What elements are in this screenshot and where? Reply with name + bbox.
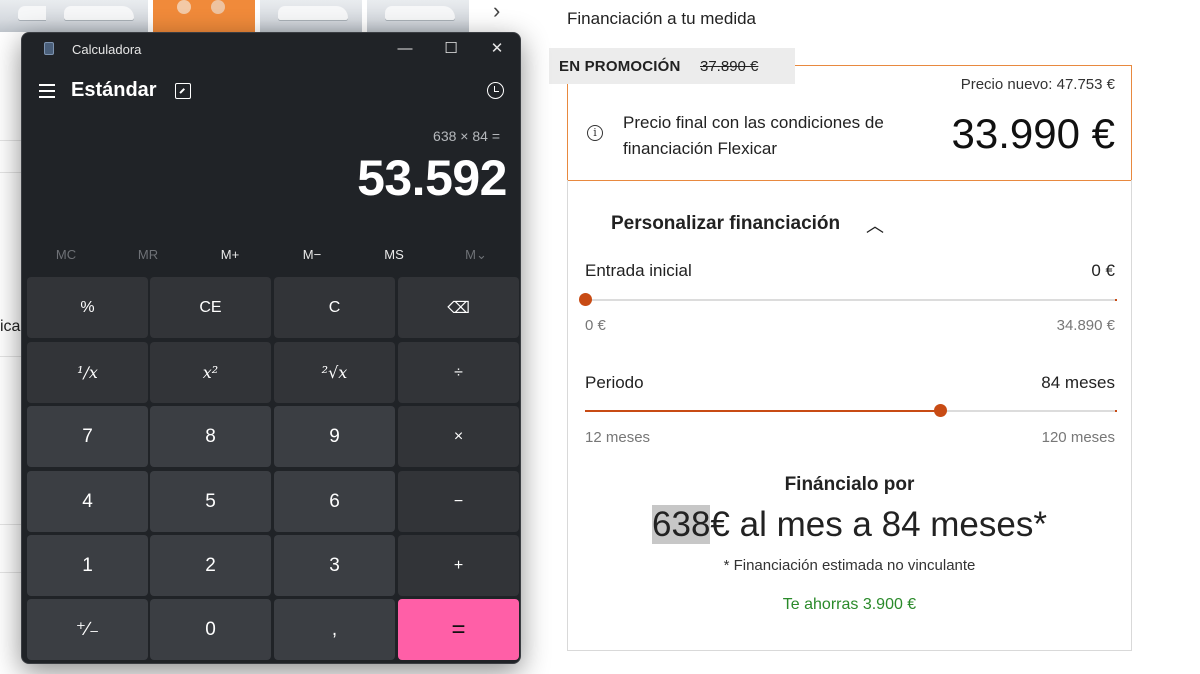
- digit-0-button[interactable]: 0: [150, 599, 271, 660]
- slider-fill: [585, 410, 940, 412]
- digit-4-button[interactable]: 4: [27, 471, 148, 532]
- digit-1-button[interactable]: 1: [27, 535, 148, 596]
- expression-display: 638 × 84 =: [433, 128, 500, 144]
- history-icon[interactable]: [487, 82, 504, 99]
- divider: [0, 524, 22, 525]
- calculator-window: Calculadora — ☐ ✕ Estándar 638 × 84 = 53…: [21, 32, 521, 664]
- down-payment-slider[interactable]: [579, 293, 1117, 307]
- clipped-text: ica: [0, 318, 21, 335]
- clear-entry-button[interactable]: CE: [150, 277, 271, 338]
- period-slider[interactable]: [585, 404, 1117, 418]
- digit-7-button[interactable]: 7: [27, 406, 148, 467]
- period-label: Periodo: [585, 373, 644, 392]
- square-root-button[interactable]: ²√x: [274, 342, 395, 403]
- close-icon[interactable]: ✕: [474, 33, 520, 65]
- slider-track: [585, 299, 1117, 301]
- info-icon[interactable]: i: [587, 125, 603, 141]
- section-title: Financiación a tu medida: [567, 9, 757, 28]
- memory-list-button[interactable]: M⌄: [435, 247, 517, 263]
- square-label: x²: [202, 363, 219, 382]
- menu-icon[interactable]: [39, 84, 55, 98]
- slider-handle[interactable]: [579, 293, 592, 306]
- digit-2-button[interactable]: 2: [150, 535, 271, 596]
- memory-add-button[interactable]: M+: [189, 247, 271, 262]
- percent-button[interactable]: %: [27, 277, 148, 338]
- digit-8-button[interactable]: 8: [150, 406, 271, 467]
- minimize-icon[interactable]: —: [382, 33, 428, 65]
- savings-text: Te ahorras 3.900 €: [782, 596, 917, 613]
- backspace-icon: ⌫: [447, 299, 470, 317]
- slider-end: [1115, 299, 1117, 301]
- old-price: 37.890 €: [700, 58, 759, 75]
- equals-button[interactable]: =: [398, 599, 519, 660]
- digit-5-button[interactable]: 5: [150, 471, 271, 532]
- price-description: Precio final con las condiciones de fina…: [623, 113, 884, 158]
- digit-6-button[interactable]: 6: [274, 471, 395, 532]
- reciprocal-button[interactable]: ¹∕x: [27, 342, 148, 403]
- down-payment-label: Entrada inicial: [585, 261, 692, 280]
- digit-3-button[interactable]: 3: [274, 535, 395, 596]
- period-max: 120 meses: [1041, 429, 1115, 446]
- divide-button[interactable]: ÷: [398, 342, 519, 403]
- customize-financing-toggle[interactable]: Personalizar financiación: [611, 213, 840, 235]
- financing-panel: Personalizar financiación ︿ Entrada inic…: [567, 180, 1132, 651]
- car-thumbnail[interactable]: [367, 0, 469, 32]
- window-title: Calculadora: [72, 42, 142, 57]
- final-price: 33.990 €: [951, 110, 1116, 157]
- promo-banner: EN PROMOCIÓN 37.890 €: [549, 48, 795, 84]
- reciprocal-label: ¹∕x: [77, 363, 98, 382]
- subtract-button[interactable]: −: [398, 471, 519, 532]
- slider-end: [1115, 410, 1117, 412]
- decimal-separator-button[interactable]: ,: [274, 599, 395, 660]
- chevron-up-icon[interactable]: ︿: [866, 212, 884, 238]
- period-min: 12 meses: [585, 429, 651, 446]
- monthly-payment: 638€ al mes a 84 meses*: [568, 505, 1131, 545]
- memory-clear-button[interactable]: MC: [25, 247, 107, 262]
- mode-title: Estándar: [71, 79, 157, 101]
- title-bar[interactable]: Calculadora — ☐ ✕: [22, 33, 520, 65]
- keep-on-top-icon[interactable]: [175, 83, 191, 99]
- square-button[interactable]: x²: [150, 342, 271, 403]
- monthly-payment-text: € al mes a 84 meses*: [710, 505, 1047, 544]
- photo-thumbnail-strip: [0, 0, 520, 32]
- maximize-icon[interactable]: ☐: [428, 33, 474, 65]
- financing-heading: Fináncialo por: [784, 474, 915, 495]
- down-payment-min: 0 €: [585, 317, 606, 334]
- slider-handle[interactable]: [933, 404, 947, 417]
- divider: [0, 140, 22, 141]
- memory-store-button[interactable]: MS: [353, 247, 435, 262]
- promo-thumbnail[interactable]: [153, 0, 255, 32]
- calculator-app-icon: [44, 42, 54, 55]
- car-thumbnail[interactable]: [46, 0, 148, 32]
- financing-disclaimer: * Financiación estimada no vinculante: [723, 557, 976, 574]
- memory-row: MC MR M+ M− MS M⌄: [22, 247, 520, 269]
- clear-button[interactable]: C: [274, 277, 395, 338]
- chevron-right-icon[interactable]: ›: [493, 0, 511, 24]
- divider: [0, 572, 22, 573]
- down-payment-max: 34.890 €: [1056, 317, 1115, 334]
- result-display: 53.592: [357, 150, 507, 206]
- promo-label: EN PROMOCIÓN: [559, 58, 681, 75]
- negate-button[interactable]: ⁺∕₋: [27, 599, 148, 660]
- down-payment-value: 0 €: [1091, 261, 1115, 280]
- car-thumbnail[interactable]: [260, 0, 362, 32]
- multiply-button[interactable]: ×: [398, 406, 519, 467]
- divider: [0, 172, 22, 173]
- square-root-label: ²√x: [321, 363, 348, 382]
- backspace-button[interactable]: ⌫: [398, 277, 519, 338]
- period-value: 84 meses: [1041, 373, 1115, 392]
- monthly-amount-selected: 638: [652, 505, 711, 544]
- new-price: Precio nuevo: 47.753 €: [960, 76, 1115, 93]
- digit-9-button[interactable]: 9: [274, 406, 395, 467]
- memory-recall-button[interactable]: MR: [107, 247, 189, 262]
- add-button[interactable]: +: [398, 535, 519, 596]
- memory-subtract-button[interactable]: M−: [271, 247, 353, 262]
